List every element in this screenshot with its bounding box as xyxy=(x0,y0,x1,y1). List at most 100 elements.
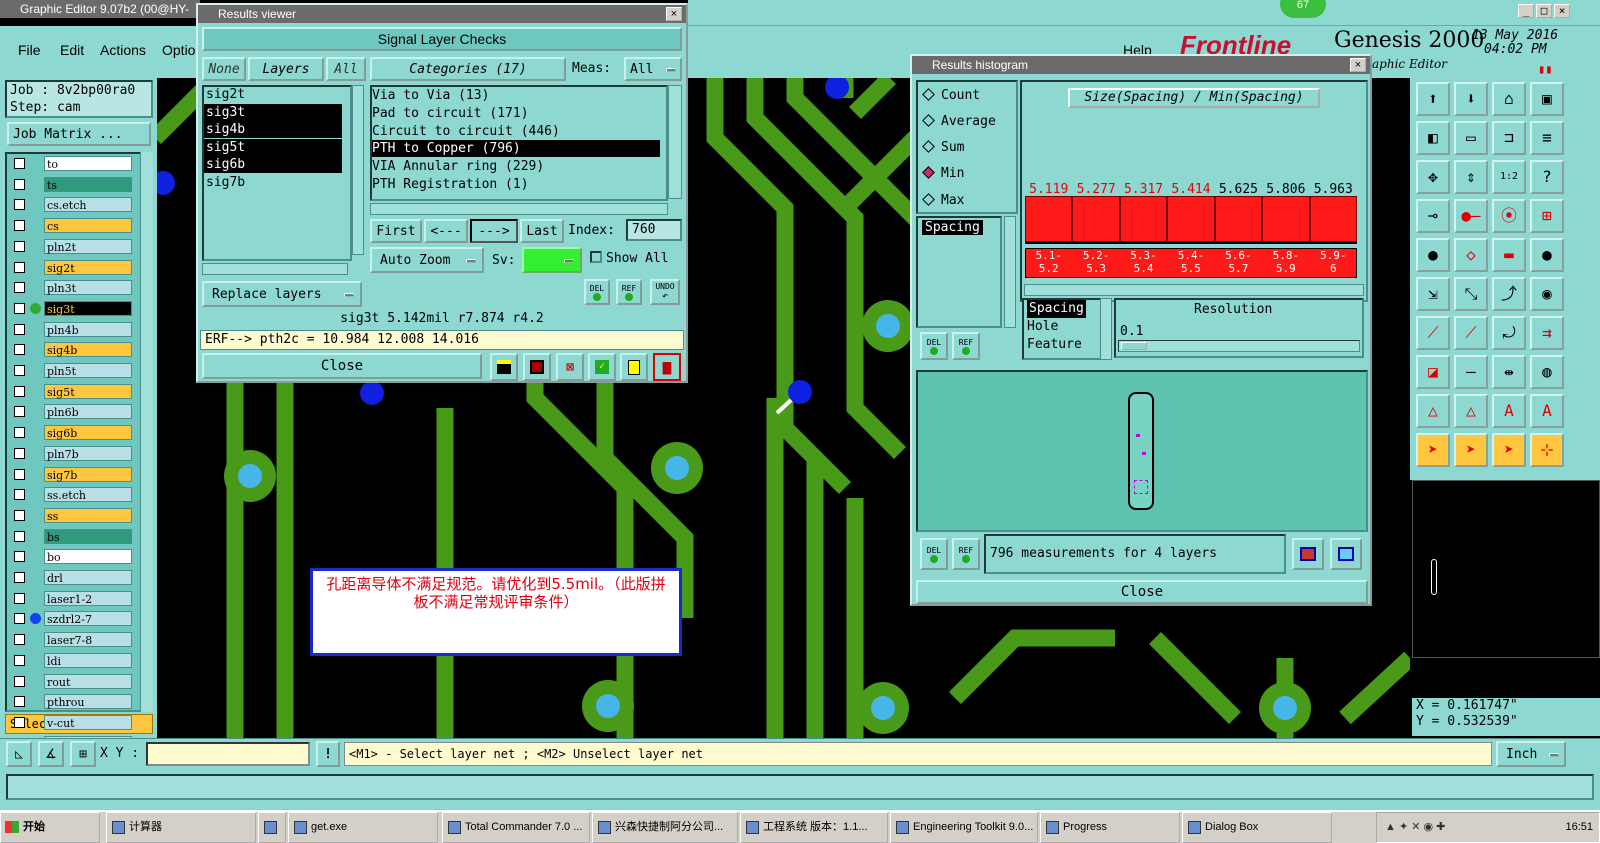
histogram-bar[interactable] xyxy=(1072,196,1120,242)
last-button[interactable]: Last xyxy=(520,219,564,243)
preview-del-button[interactable]: DEL xyxy=(920,538,948,570)
check-tool-button[interactable]: ✓ xyxy=(588,353,616,381)
toolbar-button[interactable]: ⇲ xyxy=(1416,277,1450,311)
toolbar-button[interactable]: ➤ xyxy=(1492,433,1526,467)
mode-average[interactable]: Average xyxy=(922,114,996,129)
layer-checkbox[interactable] xyxy=(14,716,25,728)
undo-button[interactable]: UNDO ↶ xyxy=(650,279,680,305)
resolution-slider[interactable] xyxy=(1118,340,1360,352)
attribute-hole[interactable]: Hole xyxy=(1027,318,1100,336)
toolbar-button[interactable]: ⬇ xyxy=(1454,82,1488,116)
category-item[interactable]: Circuit to circuit (446) xyxy=(372,123,660,140)
taskbar-item[interactable]: Total Commander 7.0 ... xyxy=(442,812,590,843)
layer-checkbox[interactable] xyxy=(14,220,25,232)
layer-row[interactable]: szdrl2-7 xyxy=(10,611,132,627)
toolbar-button[interactable]: — xyxy=(1454,355,1488,389)
result-layer-item[interactable]: sig6b xyxy=(204,156,342,174)
layer-checkbox[interactable] xyxy=(14,261,25,273)
toolbar-button[interactable]: ⤡ xyxy=(1454,277,1488,311)
layer-checkbox[interactable] xyxy=(14,282,25,294)
layer-row[interactable]: pln3t xyxy=(10,280,132,296)
layer-checkbox[interactable] xyxy=(14,530,25,542)
category-item[interactable]: Pad to circuit (171) xyxy=(372,105,660,122)
toolbar-button[interactable]: ● xyxy=(1416,238,1450,272)
mode-count[interactable]: Count xyxy=(922,88,980,103)
zoom-in-button[interactable] xyxy=(1292,538,1324,570)
layer-row[interactable]: cs.etch xyxy=(10,197,132,213)
taskbar-item[interactable]: 计算器 xyxy=(106,812,256,843)
layer-row[interactable]: sig4b xyxy=(10,342,132,358)
layer-checkbox[interactable] xyxy=(14,323,25,335)
histogram-bar[interactable] xyxy=(1167,196,1215,242)
taskbar-item[interactable]: Dialog Box xyxy=(1182,812,1332,843)
toolbar-button[interactable]: ● xyxy=(1530,238,1564,272)
hist-del-button[interactable]: DEL xyxy=(920,332,948,360)
del-button[interactable]: DEL xyxy=(584,279,610,305)
layer-checkbox[interactable] xyxy=(14,551,25,563)
layer-row[interactable]: ss xyxy=(10,507,132,523)
result-layer-item[interactable]: sig3t xyxy=(204,103,342,121)
results-viewer-close-button[interactable]: Close xyxy=(202,353,482,379)
toolbar-button[interactable]: △ xyxy=(1416,394,1450,428)
toolbar-button[interactable]: A xyxy=(1530,394,1564,428)
taskbar-item[interactable]: 兴森快捷制阿分公司... xyxy=(592,812,738,843)
result-layer-item[interactable]: sig7b xyxy=(204,174,342,191)
menu-edit[interactable]: Edit xyxy=(60,42,84,58)
layers-all-button[interactable]: All xyxy=(326,57,366,81)
layer-row[interactable]: ts xyxy=(10,176,132,192)
category-list-hscroll[interactable] xyxy=(370,203,668,215)
replace-layers-button[interactable]: Replace layers xyxy=(202,281,362,307)
preview-ref-button[interactable]: REF xyxy=(952,538,980,570)
layer-row[interactable]: sig7b xyxy=(10,466,132,482)
layer-checkbox[interactable] xyxy=(14,592,25,604)
toolbar-button[interactable]: ⊞ xyxy=(1530,199,1564,233)
toolbar-button[interactable]: ⊹ xyxy=(1530,433,1564,467)
toolbar-button[interactable]: ⊐ xyxy=(1492,121,1526,155)
toolbar-button[interactable]: ➤ xyxy=(1416,433,1450,467)
taskbar-item[interactable] xyxy=(258,812,286,843)
layer-checkbox[interactable] xyxy=(14,406,25,418)
highlight-tool-button[interactable] xyxy=(490,353,518,381)
layer-checkbox[interactable] xyxy=(14,427,25,439)
attribute-feature[interactable]: Feature xyxy=(1027,336,1100,354)
slider-handle[interactable] xyxy=(1121,342,1147,350)
taskbar-item[interactable]: get.exe xyxy=(288,812,438,843)
layer-checkbox[interactable] xyxy=(14,489,25,501)
category-item[interactable]: Via to Via (13) xyxy=(372,87,660,104)
category-item[interactable]: PTH Registration (1) xyxy=(372,176,660,193)
histogram-bar[interactable] xyxy=(1119,196,1168,242)
toolbar-button[interactable]: ⟋ xyxy=(1416,316,1450,350)
layers-button[interactable]: Layers xyxy=(248,57,324,81)
toolbar-button[interactable]: ? xyxy=(1530,160,1564,194)
layer-checkbox[interactable] xyxy=(14,302,25,314)
prev-button[interactable]: <--- xyxy=(424,219,468,243)
layer-checkbox[interactable] xyxy=(14,572,25,583)
taskbar-item[interactable]: 工程系统 版本：1.1... xyxy=(740,812,888,843)
layer-checkbox[interactable] xyxy=(14,509,25,521)
results-viewer-close-icon[interactable]: × xyxy=(666,7,682,21)
category-item[interactable]: PTH to Copper (796) xyxy=(372,140,660,158)
report-tool-button[interactable] xyxy=(620,353,648,381)
index-input[interactable]: 760 xyxy=(626,219,682,241)
toolbar-button[interactable]: ◧ xyxy=(1416,121,1450,155)
toolbar-button[interactable]: ▣ xyxy=(1530,82,1564,116)
next-button[interactable]: ---> xyxy=(470,219,518,243)
category-list-vscroll[interactable] xyxy=(668,85,682,199)
job-matrix-button[interactable]: Job Matrix ... xyxy=(7,122,151,146)
toolbar-button[interactable]: 1:2 xyxy=(1492,160,1526,194)
toolbar-button[interactable]: ⇉ xyxy=(1530,316,1564,350)
toolbar-button[interactable]: ⤾ xyxy=(1492,316,1526,350)
menu-file[interactable]: File xyxy=(18,42,41,58)
measure-list-vscroll[interactable] xyxy=(1004,216,1016,328)
attribute-list[interactable]: Spacing Hole Feature xyxy=(1022,298,1102,360)
snap-tool-button[interactable]: ◺ xyxy=(6,741,32,767)
menu-options[interactable]: Optio xyxy=(162,42,195,58)
toolbar-button[interactable]: ⇕ xyxy=(1454,160,1488,194)
layer-row[interactable]: drl xyxy=(10,570,132,585)
histogram-close-button[interactable]: Close xyxy=(916,580,1368,604)
grid-tool-button[interactable]: ⊞ xyxy=(70,741,96,767)
histogram-bar[interactable] xyxy=(1025,196,1073,242)
layer-row[interactable]: bo xyxy=(10,549,132,565)
layer-row[interactable]: sig3t xyxy=(10,300,132,316)
layer-row[interactable]: sig5t xyxy=(10,383,132,399)
